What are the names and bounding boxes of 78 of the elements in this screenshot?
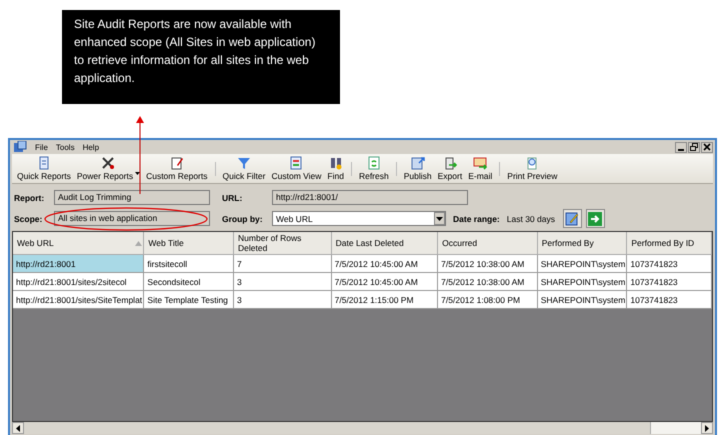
field-label: Scope: <box>14 214 44 224</box>
table-cell: Secondsitecol <box>144 273 234 291</box>
toolbar-button[interactable]: Refresh <box>356 154 392 182</box>
column-header[interactable]: Web Title <box>144 232 234 255</box>
right-arrow-icon <box>705 424 709 432</box>
field-label: Report: <box>14 192 46 202</box>
callout: Site Audit Reports are now available with enhanced scope (All Sites in web application) to retrieve information for all sites in the web application. <box>62 10 340 104</box>
caret-icon <box>436 216 443 220</box>
document-icon <box>36 156 51 170</box>
menu-item[interactable]: File <box>35 142 48 152</box>
table-cell: 7/5/2012 1:15:00 PM <box>332 291 438 309</box>
table-cell: 7/5/2012 10:38:00 AM <box>438 255 538 273</box>
table-cell: 7/5/2012 10:45:00 AM <box>332 255 438 273</box>
table-cell: 1073741823 <box>627 255 712 273</box>
minimize-button[interactable] <box>675 142 687 152</box>
publish-icon <box>410 156 425 170</box>
table-cell: 7/5/2012 1:08:00 PM <box>438 291 538 309</box>
url-field[interactable]: http://rd21:8001/ <box>272 190 468 205</box>
envelope-icon <box>473 156 488 170</box>
restore-icon <box>690 143 698 151</box>
report-field[interactable]: Audit Log Trimming <box>54 190 210 205</box>
menu-item[interactable]: Help <box>82 142 100 152</box>
toolbar-button[interactable]: Power Reports <box>74 154 144 182</box>
table-cell: 3 <box>234 291 332 309</box>
magnifier-icon <box>525 156 540 170</box>
toolbar-button[interactable]: Quick Filter <box>220 154 268 182</box>
table-cell: 7/5/2012 10:38:00 AM <box>438 273 538 291</box>
horizontal-scrollbar[interactable] <box>12 422 713 434</box>
table-cell: 7/5/2012 10:45:00 AM <box>332 273 438 291</box>
sort-arrow-icon <box>135 241 142 246</box>
scope-field[interactable]: All sites in web application <box>54 211 210 226</box>
table-cell: Site Template Testing <box>144 291 234 309</box>
close-button[interactable] <box>701 142 713 152</box>
table-cell: 1073741823 <box>627 291 712 309</box>
column-header[interactable]: Date Last Deleted <box>332 232 438 255</box>
edit-document-icon <box>170 156 184 170</box>
field-label: Date range: <box>453 214 500 224</box>
field-label: URL: <box>222 192 244 202</box>
menu-item[interactable]: Tools <box>56 142 75 152</box>
go-button[interactable] <box>586 209 605 228</box>
table-cell: SHAREPOINT\system <box>538 255 628 273</box>
arrow-right-icon <box>588 212 602 226</box>
group-by-dropdown[interactable]: Web URL <box>272 211 446 226</box>
refresh-icon <box>366 156 381 170</box>
toolbar-button[interactable]: Export <box>434 154 466 182</box>
table-cell: http://rd21:8001/sites/2sitecol <box>13 273 144 291</box>
table-cell: http://rd21:8001/sites/SiteTemplat <box>13 291 144 309</box>
left-arrow-icon <box>16 424 20 432</box>
table-cell: SHAREPOINT\system <box>538 273 628 291</box>
column-header[interactable]: Performed By <box>538 232 628 255</box>
field-label: Group by: <box>222 214 264 224</box>
table-cell: http://rd21:8001 <box>13 255 144 273</box>
toolbar-button[interactable]: Custom Reports <box>143 154 210 182</box>
app-icon <box>13 141 27 153</box>
column-header[interactable]: Web URL <box>13 232 144 255</box>
toolbar-button[interactable]: Find <box>324 154 347 182</box>
scroll-thumb[interactable] <box>650 422 701 434</box>
restore-button[interactable] <box>688 142 700 152</box>
grid-document-icon <box>289 156 304 170</box>
date-range-value: Last 30 days <box>506 214 555 224</box>
funnel-icon <box>236 156 251 170</box>
column-header[interactable]: Number of Rows Deleted <box>234 232 332 255</box>
table-cell: 1073741823 <box>627 273 712 291</box>
edit-button[interactable] <box>562 209 582 228</box>
export-icon <box>442 156 457 170</box>
toolbar-button[interactable]: Print Preview <box>504 154 560 182</box>
column-header[interactable]: Performed By ID <box>627 232 712 255</box>
edit-icon <box>565 212 580 226</box>
close-icon <box>703 143 711 151</box>
toolbar-button[interactable]: Quick Reports <box>14 154 74 182</box>
column-header[interactable]: Occurred <box>438 232 538 255</box>
table-cell: 3 <box>234 273 332 291</box>
toolbar-button[interactable]: E-mail <box>465 154 496 182</box>
toolbar-button[interactable]: Custom View <box>268 154 324 182</box>
table-cell: firstsitecoll <box>144 255 234 273</box>
table-cell: SHAREPOINT\system <box>538 291 628 309</box>
table-cell: 7 <box>234 255 332 273</box>
toolbar-button[interactable]: Publish <box>400 154 435 182</box>
